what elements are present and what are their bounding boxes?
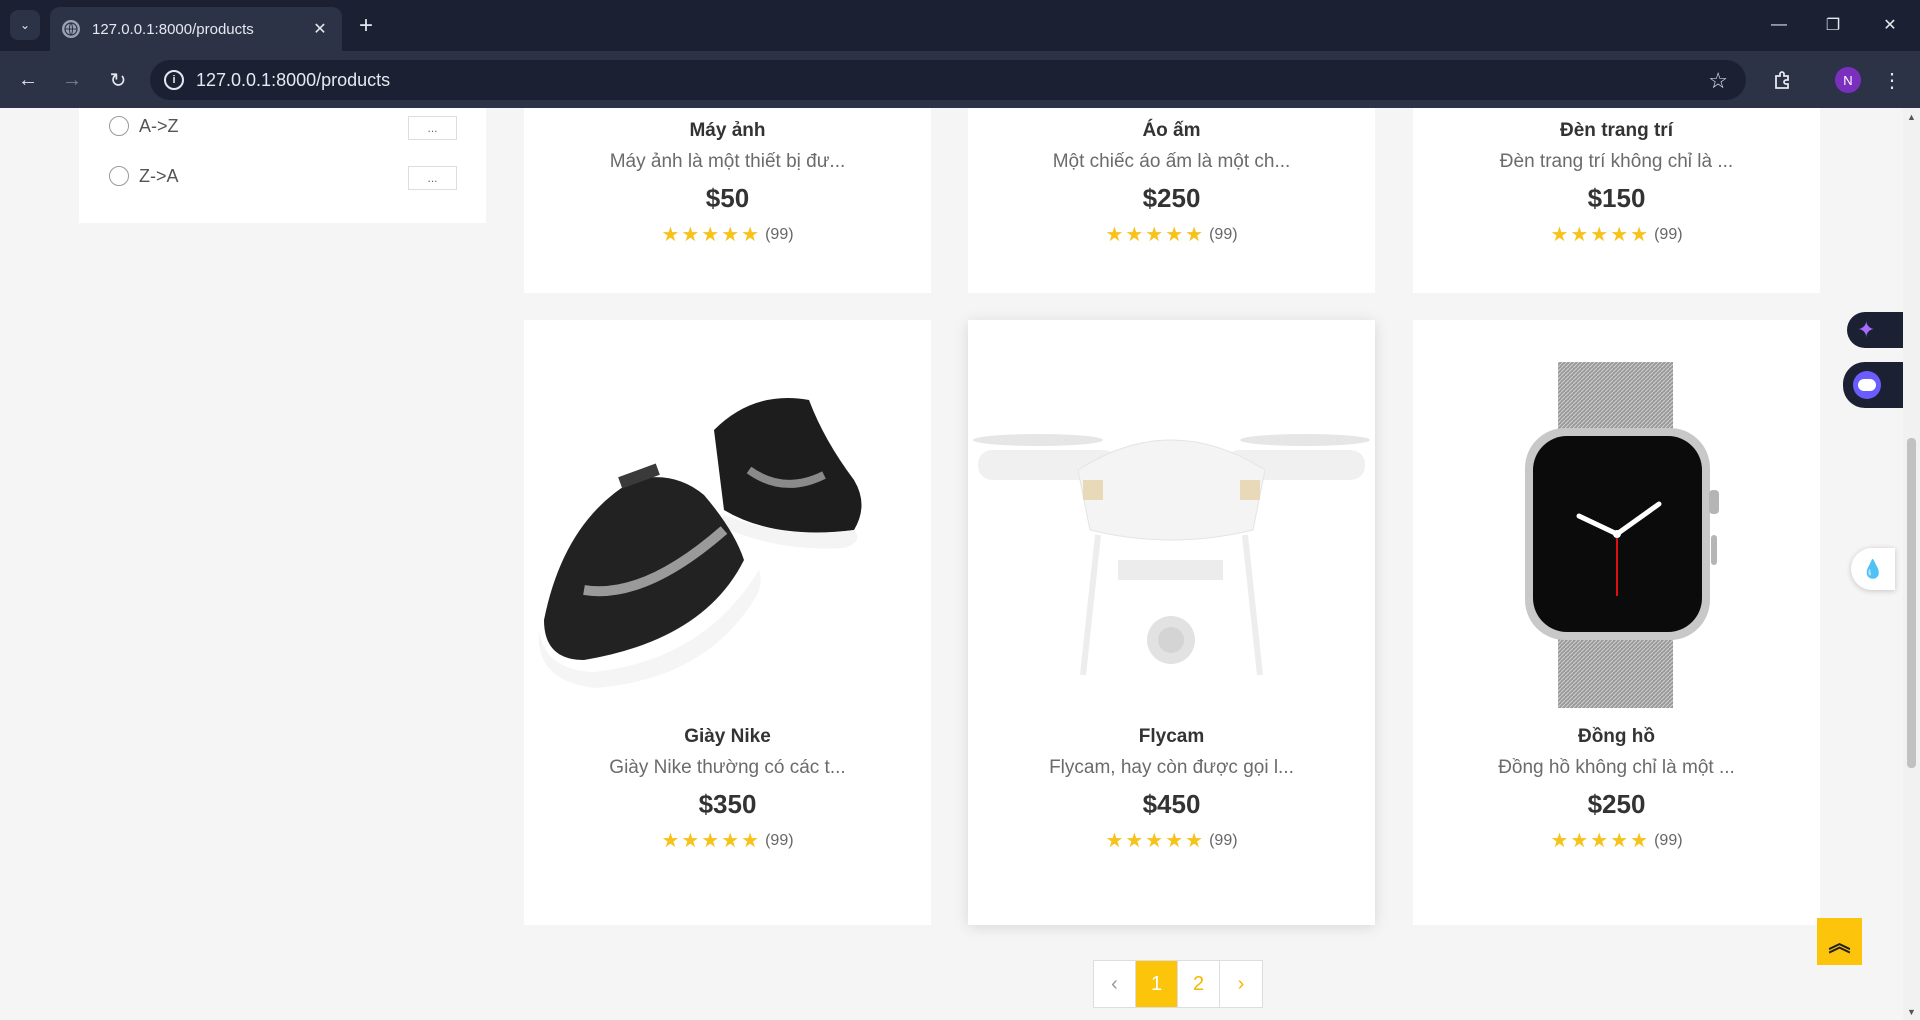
back-to-top-button[interactable]: ︽ xyxy=(1817,918,1862,965)
product-rating: ★★★★★ (99) xyxy=(968,222,1375,247)
pagination-page-2[interactable]: 2 xyxy=(1178,961,1220,1007)
product-name[interactable]: Đèn trang trí xyxy=(1413,120,1820,142)
product-card[interactable]: Flycam Flycam, hay còn được gọi l... $45… xyxy=(968,320,1375,925)
extensions-puzzle-icon[interactable] xyxy=(1768,65,1798,95)
product-card[interactable]: Áo ấm Một chiếc áo ấm là một ch... $250 … xyxy=(968,108,1375,293)
globe-icon xyxy=(62,20,80,38)
page-scrollbar[interactable]: ▲ ▼ xyxy=(1903,108,1920,1020)
radio-button[interactable] xyxy=(109,116,129,136)
back-arrow-icon[interactable]: ← xyxy=(13,65,43,95)
review-count: (99) xyxy=(765,225,794,243)
browser-tab[interactable]: 127.0.0.1:8000/products ✕ xyxy=(50,7,342,51)
drone-image xyxy=(973,434,1370,676)
browser-tab-bar: ⌄ 127.0.0.1:8000/products ✕ + — ❐ ✕ xyxy=(0,0,1920,51)
sort-option-label: A->Z xyxy=(139,115,179,136)
product-description: Một chiếc áo ấm là một ch... xyxy=(1052,151,1291,172)
review-count: (99) xyxy=(1654,831,1683,849)
pagination-page-1[interactable]: 1 xyxy=(1136,961,1178,1007)
product-name[interactable]: Giày Nike xyxy=(524,726,931,748)
product-price: $150 xyxy=(1587,183,1646,213)
pagination-prev[interactable]: ‹ xyxy=(1094,961,1136,1007)
site-info-icon[interactable]: i xyxy=(164,70,184,90)
product-rating: ★★★★★ (99) xyxy=(968,828,1375,853)
profile-avatar[interactable]: N xyxy=(1835,67,1861,93)
star-rating-icon: ★★★★★ xyxy=(661,830,762,852)
product-price: $50 xyxy=(705,183,750,213)
product-rating: ★★★★★ (99) xyxy=(1413,828,1820,853)
star-rating-icon: ★★★★★ xyxy=(1550,830,1651,852)
star-rating-icon: ★★★★★ xyxy=(661,224,762,246)
product-description: Đèn trang trí không chỉ là ... xyxy=(1499,151,1734,172)
star-rating-icon: ★★★★★ xyxy=(1105,830,1206,852)
reload-icon[interactable]: ↻ xyxy=(103,65,133,95)
sort-more-button[interactable]: ... xyxy=(408,116,457,140)
product-name[interactable]: Đồng hồ xyxy=(1413,726,1820,748)
new-tab-plus-icon[interactable]: + xyxy=(352,12,380,40)
product-rating: ★★★★★ (99) xyxy=(1413,222,1820,247)
product-card[interactable]: Giày Nike Giày Nike thường có các t... $… xyxy=(524,320,931,925)
product-image[interactable] xyxy=(1413,320,1820,712)
product-price: $250 xyxy=(1587,789,1646,819)
bot-face-icon xyxy=(1853,371,1881,399)
sort-option-a-z[interactable]: A->Z xyxy=(109,114,179,138)
scrollbar-thumb[interactable] xyxy=(1907,438,1916,768)
product-name[interactable]: Máy ảnh xyxy=(524,120,931,142)
product-rating: ★★★★★ (99) xyxy=(524,828,931,853)
sort-option-label: Z->A xyxy=(139,165,179,186)
forward-arrow-icon[interactable]: → xyxy=(57,65,87,95)
watch-image xyxy=(1525,362,1719,708)
scroll-up-arrow-icon[interactable]: ▲ xyxy=(1903,108,1920,125)
assistant-widget[interactable] xyxy=(1843,362,1903,408)
address-bar[interactable]: i 127.0.0.1:8000/products ☆ xyxy=(150,60,1746,100)
sort-more-button[interactable]: ... xyxy=(408,166,457,190)
product-description: Giày Nike thường có các t... xyxy=(609,757,846,778)
product-image[interactable] xyxy=(524,320,931,712)
bookmark-star-icon[interactable]: ☆ xyxy=(1708,68,1728,94)
pagination-next[interactable]: › xyxy=(1220,961,1262,1007)
radio-button[interactable] xyxy=(109,166,129,186)
kebab-menu-icon[interactable]: ⋮ xyxy=(1880,65,1904,95)
review-count: (99) xyxy=(1654,225,1683,243)
product-card[interactable]: Đèn trang trí Đèn trang trí không chỉ là… xyxy=(1413,108,1820,293)
product-rating: ★★★★★ (99) xyxy=(524,222,931,247)
minimize-icon[interactable]: — xyxy=(1759,10,1799,40)
product-name[interactable]: Áo ấm xyxy=(968,120,1375,142)
product-description: Máy ảnh là một thiết bị đư... xyxy=(609,151,846,172)
water-drop-widget[interactable]: 💧 xyxy=(1851,548,1895,590)
address-url[interactable]: 127.0.0.1:8000/products xyxy=(196,70,390,91)
sort-panel: A->Z ... Z->A ... xyxy=(79,108,486,223)
pagination: ‹ 1 2 › xyxy=(1093,960,1263,1008)
product-price: $250 xyxy=(1142,183,1201,213)
product-name[interactable]: Flycam xyxy=(968,726,1375,748)
tab-search-chevron-icon[interactable]: ⌄ xyxy=(10,10,40,40)
tab-title: 127.0.0.1:8000/products xyxy=(92,20,254,38)
star-rating-icon: ★★★★★ xyxy=(1105,224,1206,246)
sort-option-z-a[interactable]: Z->A xyxy=(109,164,179,188)
sparkle-icon: ✦ xyxy=(1857,317,1876,342)
ai-sparkle-widget[interactable]: ✦ xyxy=(1847,312,1903,348)
double-chevron-up-icon: ︽ xyxy=(1828,930,1851,956)
page-viewport: A->Z ... Z->A ... Máy ảnh Máy ảnh là một… xyxy=(0,108,1920,1020)
product-description: Flycam, hay còn được gọi l... xyxy=(1049,757,1294,778)
review-count: (99) xyxy=(1209,831,1238,849)
product-card[interactable]: Máy ảnh Máy ảnh là một thiết bị đư... $5… xyxy=(524,108,931,293)
star-rating-icon: ★★★★★ xyxy=(1550,224,1651,246)
review-count: (99) xyxy=(765,831,794,849)
product-price: $350 xyxy=(698,789,757,819)
water-drop-icon: 💧 xyxy=(1861,558,1885,579)
close-tab-icon[interactable]: ✕ xyxy=(310,19,330,39)
close-window-icon[interactable]: ✕ xyxy=(1870,10,1910,40)
browser-toolbar: ← → ↻ i 127.0.0.1:8000/products ☆ N ⋮ xyxy=(0,51,1920,108)
product-description: Đồng hồ không chỉ là một ... xyxy=(1498,757,1735,778)
product-card[interactable]: Đồng hồ Đồng hồ không chỉ là một ... $25… xyxy=(1413,320,1820,925)
product-image[interactable] xyxy=(968,320,1375,712)
product-price: $450 xyxy=(1142,789,1201,819)
restore-icon[interactable]: ❐ xyxy=(1813,10,1853,40)
sneaker-image xyxy=(538,398,862,688)
review-count: (99) xyxy=(1209,225,1238,243)
scroll-down-arrow-icon[interactable]: ▼ xyxy=(1903,1003,1920,1020)
